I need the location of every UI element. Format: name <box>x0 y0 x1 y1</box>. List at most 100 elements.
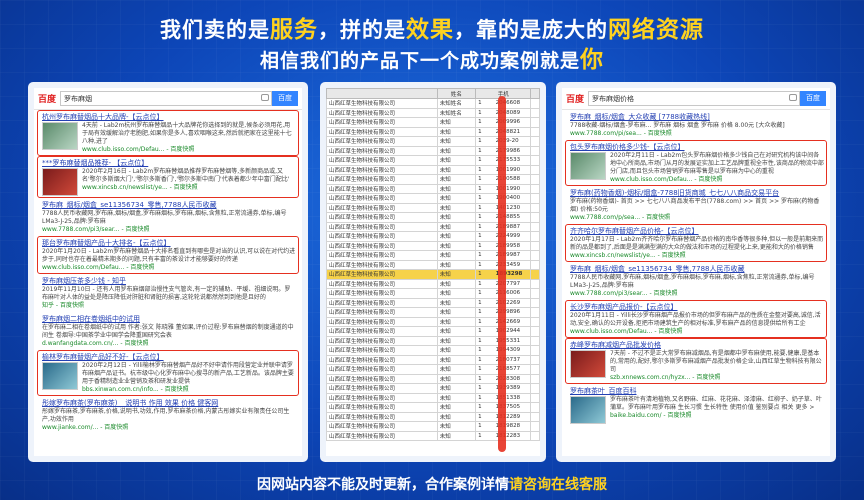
table-row[interactable]: 山西红草生物科技有限公司 未知 1 1955331 <box>326 335 540 346</box>
cell-empty[interactable] <box>530 107 540 118</box>
cell-empty[interactable] <box>530 392 540 403</box>
result-title-link[interactable]: 榆林罗布麻替烟产品好不好-【云点位】 <box>42 352 296 362</box>
cell-company[interactable]: 山西红草生物科技有限公司 <box>326 145 438 156</box>
cell-empty[interactable] <box>530 316 540 327</box>
cell-company[interactable]: 山西红草生物科技有限公司 <box>326 411 438 422</box>
table-row[interactable]: 山西红草生物科技有限公司 未知 1 1837505 <box>326 402 540 413</box>
cell-name[interactable]: 未知 <box>436 278 477 289</box>
cell-name[interactable]: 未知 <box>436 421 477 432</box>
column-header[interactable] <box>530 88 540 99</box>
cell-empty[interactable] <box>530 231 540 242</box>
cell-empty[interactable] <box>530 221 540 232</box>
cell-empty[interactable] <box>530 164 540 175</box>
cell-name[interactable]: 未知 <box>436 250 477 261</box>
cell-name[interactable]: 未知 <box>436 193 477 204</box>
result-title-link[interactable]: 罗布麻茶叶_百度百科 <box>570 386 824 396</box>
result-url[interactable]: szb.xnnews.com.cn/hyzx... - 百度快照 <box>610 374 824 382</box>
cell-empty[interactable] <box>530 402 540 413</box>
cell-name[interactable]: 未知 <box>436 183 477 194</box>
search-result[interactable]: 罗布麻_烟标/烟盒_大众收藏 [7788收藏热线] 7788收藏-烟标/烟盒-罗布… <box>562 110 830 140</box>
table-row[interactable]: 山西红草生物科技有限公司 未知 1 2116006 <box>326 288 540 299</box>
cell-company[interactable]: 山西红草生物科技有限公司 <box>326 278 438 289</box>
cell-name[interactable]: 未知 <box>436 212 477 223</box>
result-url[interactable]: www.club.isso.com/Defau... - 百度快照 <box>42 264 296 272</box>
cell-name[interactable]: 未知 <box>436 202 477 213</box>
cell-company[interactable]: 山西红草生物科技有限公司 <box>326 421 438 432</box>
result-thumbnail[interactable] <box>42 362 78 390</box>
table-row[interactable]: 山西红草生物科技有限公司 未知 1 2175533 <box>326 155 540 166</box>
search-result[interactable]: 长沙罗布麻烟产品报价-【云点位】 2020年1月11日 - Yilli长沙罗布麻烟… <box>562 300 830 338</box>
cell-empty[interactable] <box>530 345 540 356</box>
result-title-link[interactable]: 彤嫁罗布麻茶(罗布麻茶) _ 说明书 作用 效果 价格 健客网 <box>42 398 296 408</box>
cell-company[interactable]: 山西红草生物科技有限公司 <box>326 288 438 299</box>
cell-empty[interactable] <box>530 136 540 147</box>
search-button[interactable]: 百度 <box>800 91 826 106</box>
cell-name[interactable]: 未知 <box>436 231 477 242</box>
table-row[interactable]: 山西红草生物科技有限公司 未知姓名 1 2048089 <box>326 107 540 118</box>
table-row[interactable]: 山西红草生物科技有限公司 未知 1 2180737 <box>326 354 540 365</box>
search-input[interactable]: 罗布麻烟价格 <box>588 91 800 106</box>
result-title-link[interactable]: 罗布麻_烟标/烟盒_大众收藏 [7788收藏热线] <box>570 112 824 122</box>
table-row[interactable]: 山西红草生物科技有限公司 未知 1 1001990 <box>326 183 540 194</box>
result-title-link[interactable]: 齐齐哈尔罗布麻替烟产品价格-【云点位】 <box>570 226 824 236</box>
cell-company[interactable]: 山西红草生物科技有限公司 <box>326 297 438 308</box>
result-url[interactable]: www.club.isso.com/Defau... - 百度快照 <box>570 328 824 336</box>
cell-company[interactable]: 山西红草生物科技有限公司 <box>326 326 438 337</box>
cell-company[interactable]: 山西红草生物科技有限公司 <box>326 164 438 175</box>
table-row[interactable]: 山西红草生物科技有限公司 未知 1 1900400 <box>326 193 540 204</box>
result-title-link[interactable]: 罗布麻_烟标/烟盒_se11356734_零售,7788人民币收藏 <box>42 200 296 210</box>
result-title-link[interactable]: 包头罗布麻烟价格多少钱-【云点位】 <box>570 142 824 152</box>
cell-name[interactable]: 未知 <box>436 164 477 175</box>
table-row[interactable]: 山西红草生物科技有限公司 未知 1 2179986 <box>326 145 540 156</box>
cell-empty[interactable] <box>530 250 540 261</box>
result-url[interactable]: www.7788.com/p/sea... - 百度快照 <box>570 214 824 222</box>
table-row[interactable]: 山西红草生物科技有限公司 未知 1 2102269 <box>326 297 540 308</box>
cell-company[interactable]: 山西红草生物科技有限公司 <box>326 383 438 394</box>
cell-name[interactable]: 未知 <box>436 373 477 384</box>
cell-company[interactable]: 山西红草生物科技有限公司 <box>326 316 438 327</box>
cell-company[interactable]: 山西红草生物科技有限公司 <box>326 98 438 109</box>
cell-name[interactable]: 未知 <box>436 402 477 413</box>
cell-company[interactable]: 山西红草生物科技有限公司 <box>326 430 438 441</box>
search-result[interactable]: 罗布麻茶叶_百度百科 罗布麻茶叶有清地植物,又名野麻、红麻、花花麻、泽漆麻、红柳子… <box>562 384 830 426</box>
cell-company[interactable]: 山西红草生物科技有限公司 <box>326 269 438 280</box>
cell-company[interactable]: 山西红草生物科技有限公司 <box>326 364 438 375</box>
table-row[interactable]: 山西红草生物科技有限公司 未知 1 1902944 <box>326 326 540 337</box>
cell-company[interactable]: 山西红草生物科技有限公司 <box>326 202 438 213</box>
result-url[interactable]: www.jianke.com/... - 百度快照 <box>42 424 296 432</box>
cell-empty[interactable] <box>530 326 540 337</box>
cell-empty[interactable] <box>530 183 540 194</box>
cell-empty[interactable] <box>530 193 540 204</box>
result-url[interactable]: d.wanfangdata.com.cn/... - 百度快照 <box>42 340 296 348</box>
cell-name[interactable]: 未知 <box>436 411 477 422</box>
cell-name[interactable]: 未知 <box>436 288 477 299</box>
cell-company[interactable]: 山西红草生物科技有限公司 <box>326 373 438 384</box>
search-result[interactable]: 罗布麻(药物香烟)-烟标/烟盒-7788旧货商城_七七八八商品交易平台 罗布麻(药… <box>562 186 830 224</box>
cell-company[interactable]: 山西红草生物科技有限公司 <box>326 402 438 413</box>
result-url[interactable]: www.club.isso.com/Defau... - 百度快照 <box>610 176 824 184</box>
cell-name[interactable]: 未知 <box>436 145 477 156</box>
cell-empty[interactable] <box>530 269 540 280</box>
search-result[interactable]: 齐齐哈尔罗布麻替烟产品价格-【云点位】 2020年1月17日 - Lab2m齐齐哈… <box>562 224 830 262</box>
result-title-link[interactable]: 罗布麻烟二相在卷烟纸中的试用 <box>42 314 296 324</box>
camera-icon[interactable] <box>789 94 797 101</box>
cell-name[interactable]: 未知 <box>436 430 477 441</box>
result-url[interactable]: www.7788.com/pi3/sear... - 百度快照 <box>42 226 296 234</box>
cell-company[interactable]: 山西红草生物科技有限公司 <box>326 335 438 346</box>
cell-name[interactable]: 未知姓名 <box>436 107 477 118</box>
cell-company[interactable]: 山西红草生物科技有限公司 <box>326 221 438 232</box>
search-result[interactable]: ***罗布麻替烟品推荐- 【云点位】 2020年2月16日 - Lab2m罗布麻替… <box>34 156 302 198</box>
cell-name[interactable]: 未知 <box>436 316 477 327</box>
cell-company[interactable]: 山西红草生物科技有限公司 <box>326 174 438 185</box>
table-row[interactable]: 山西红草生物科技有限公司 未知姓名 1 2046608 <box>326 98 540 109</box>
search-result[interactable]: 杭州罗布麻替烟品十大品牌-【云点位】 4天前 - Lab2m杭州罗布麻替烟品十大品… <box>34 110 302 156</box>
cell-company[interactable]: 山西红草生物科技有限公司 <box>326 136 438 147</box>
cell-name[interactable]: 未知 <box>436 155 477 166</box>
table-row[interactable]: 山西红草生物科技有限公司 未知 1 1819828 <box>326 421 540 432</box>
search-result[interactable]: 罗布麻烟压茶多少钱 - 知乎 2019年11月10日 - 还有人用罗布麻烟部治慢性… <box>34 274 302 312</box>
cell-empty[interactable] <box>530 373 540 384</box>
cell-empty[interactable] <box>530 126 540 137</box>
table-row[interactable]: 山西红草生物科技有限公司 未知 1 2028308 <box>326 373 540 384</box>
cell-empty[interactable] <box>530 307 540 318</box>
result-url[interactable]: baike.baidu.com/ - 百度快照 <box>610 412 824 420</box>
